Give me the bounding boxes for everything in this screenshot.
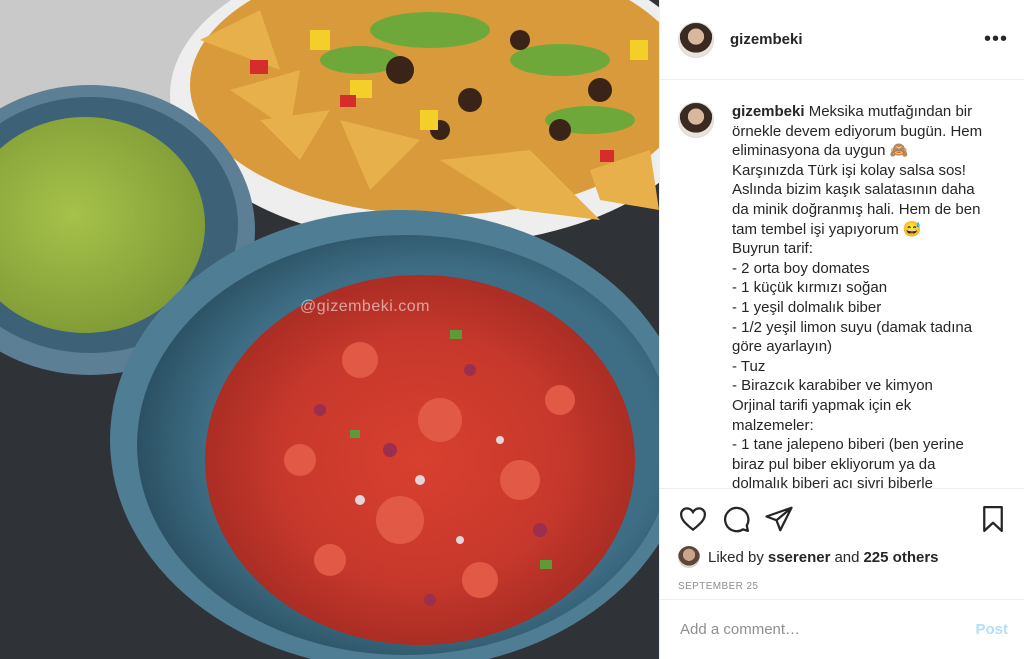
- author-avatar[interactable]: [678, 21, 714, 58]
- likes-others-link[interactable]: 225 others: [863, 549, 938, 566]
- instagram-post: @gizembeki.com gizembeki ••• gizembeki M…: [0, 0, 1024, 659]
- add-comment-bar: Post: [660, 599, 1024, 659]
- likes-connector: and: [834, 548, 860, 566]
- heart-icon[interactable]: [678, 504, 708, 534]
- liker-username[interactable]: sserener: [768, 549, 831, 566]
- author-username[interactable]: gizembeki: [730, 31, 803, 48]
- comment-icon[interactable]: [721, 504, 751, 534]
- likes-prefix: Liked by: [708, 548, 764, 566]
- comment-input[interactable]: [678, 620, 976, 639]
- post-header: gizembeki •••: [660, 0, 1024, 80]
- share-icon[interactable]: [764, 504, 794, 534]
- likes-summary: Liked by sserener and 225 others: [678, 546, 1008, 568]
- post-actions: Liked by sserener and 225 others SEPTEMB…: [660, 488, 1024, 592]
- post-sidebar: gizembeki ••• gizembeki Meksika mutfağın…: [659, 0, 1024, 659]
- post-comment-button[interactable]: Post: [975, 621, 1008, 638]
- bookmark-icon[interactable]: [978, 504, 1008, 534]
- photo-watermark: @gizembeki.com: [300, 298, 430, 315]
- more-horizontal-icon[interactable]: •••: [984, 28, 1008, 51]
- post-photo[interactable]: @gizembeki.com: [0, 0, 659, 659]
- action-icons: [678, 499, 1008, 539]
- caption-username[interactable]: gizembeki: [732, 103, 805, 120]
- caption-author-avatar[interactable]: [678, 102, 714, 138]
- caption-text: Meksika mutfağından bir örnekle devem ed…: [732, 103, 983, 488]
- food-photo-illustration: [0, 0, 659, 659]
- caption-section: gizembeki Meksika mutfağından bir örnekl…: [660, 80, 1024, 488]
- post-date[interactable]: SEPTEMBER 25: [678, 581, 1008, 592]
- post-caption: gizembeki Meksika mutfağından bir örnekl…: [732, 102, 982, 488]
- liker-avatar[interactable]: [678, 546, 700, 568]
